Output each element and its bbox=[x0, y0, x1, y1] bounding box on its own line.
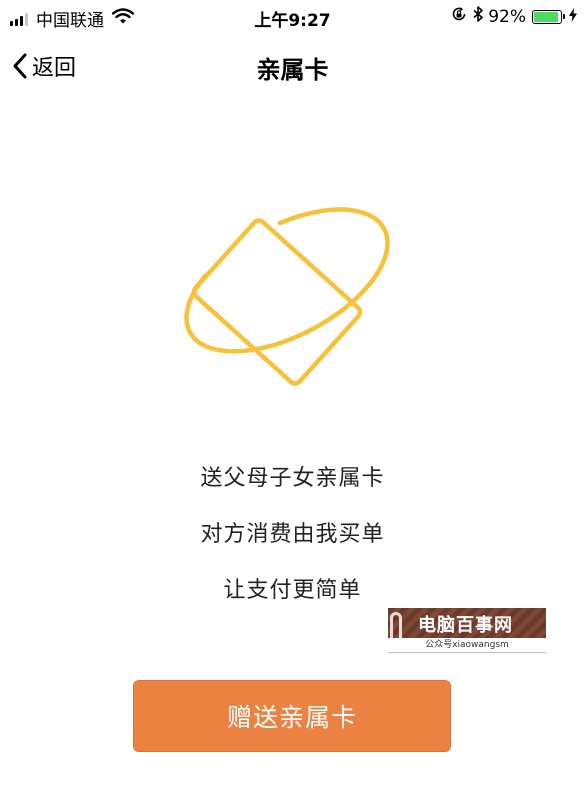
back-button[interactable]: 返回 bbox=[12, 50, 76, 82]
family-card-illustration bbox=[170, 185, 410, 395]
rotation-lock-icon bbox=[451, 6, 467, 27]
watermark: 电脑百事网 公众号xiaowangsm bbox=[388, 608, 546, 653]
watermark-banner: 电脑百事网 bbox=[388, 608, 546, 638]
status-bar: 中国联通 上午9:27 92% bbox=[0, 0, 585, 34]
orbit-ring-icon bbox=[184, 207, 390, 354]
description-line-2: 对方消费由我买单 bbox=[200, 522, 385, 547]
bluetooth-icon bbox=[473, 6, 484, 27]
watermark-logo-icon bbox=[390, 612, 402, 638]
battery-icon bbox=[532, 9, 565, 24]
battery-fill bbox=[534, 11, 558, 22]
status-right: 92% bbox=[451, 6, 577, 27]
card-icon bbox=[191, 218, 363, 386]
gift-card-button[interactable]: 赠送亲属卡 bbox=[133, 680, 451, 752]
battery-percent: 92% bbox=[488, 6, 526, 27]
charging-icon bbox=[569, 7, 577, 27]
back-label: 返回 bbox=[32, 56, 77, 81]
watermark-subtitle: 公众号xiaowangsm bbox=[388, 638, 546, 653]
chevron-left-icon bbox=[13, 53, 27, 79]
gift-card-button-label: 赠送亲属卡 bbox=[226, 703, 357, 732]
page-title: 亲属卡 bbox=[256, 56, 329, 84]
description-line-1: 送父母子女亲属卡 bbox=[200, 466, 385, 491]
description-line-3: 让支付更简单 bbox=[223, 578, 362, 603]
nav-bar: 返回 亲属卡 bbox=[0, 34, 585, 98]
watermark-title: 电脑百事网 bbox=[418, 615, 513, 636]
